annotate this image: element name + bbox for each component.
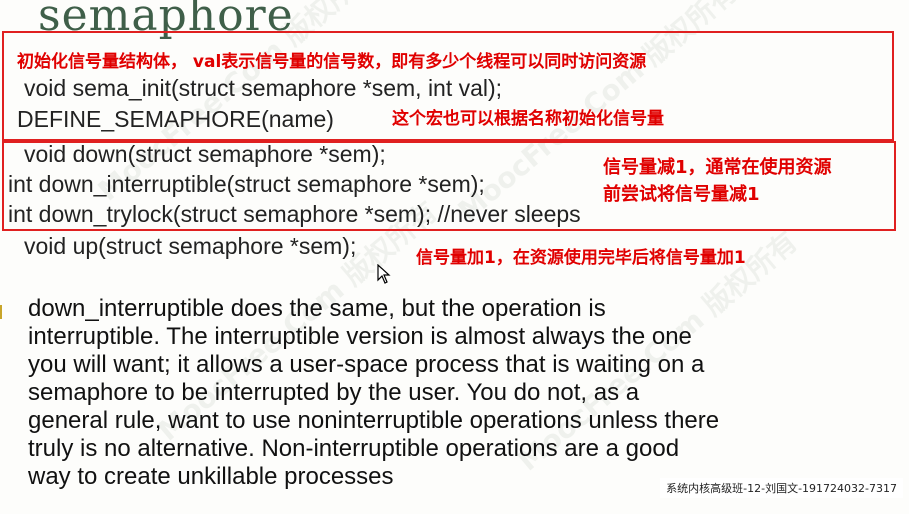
video-caption: 系统内核高级班-12-刘国文-191724032-7317: [660, 478, 903, 498]
paragraph-line: semaphore to be interrupted by the user.…: [28, 379, 640, 406]
code-define-semaphore: DEFINE_SEMAPHORE(name): [17, 106, 334, 132]
paragraph-line: down_interruptible does the same, but th…: [28, 295, 606, 322]
down-note-line2: 前尝试将信号量减1: [603, 184, 760, 205]
define-note: 这个宏也可以根据名称初始化信号量: [392, 109, 664, 129]
init-note: 初始化信号量结构体， val表示信号量的信号数，即有多少个线程可以同时访问资源: [17, 52, 647, 72]
bullet-marker: [0, 305, 2, 319]
paragraph-line: general rule, want to use noninterruptib…: [28, 407, 720, 434]
code-down: void down(struct semaphore *sem);: [24, 141, 386, 167]
down-note-line1: 信号量减1，通常在使用资源: [603, 157, 832, 178]
code-sema-init: void sema_init(struct semaphore *sem, in…: [24, 75, 503, 101]
up-note: 信号量加1，在资源使用完毕后将信号量加1: [416, 248, 746, 268]
code-up: void up(struct semaphore *sem);: [24, 233, 357, 259]
code-down-trylock: int down_trylock(struct semaphore *sem);…: [8, 201, 581, 227]
description-paragraph: down_interruptible does the same, but th…: [28, 295, 888, 491]
code-down-interruptible: int down_interruptible(struct semaphore …: [8, 171, 485, 197]
paragraph-line: interruptible. The interruptible version…: [28, 323, 692, 350]
slide: MoocFree.Com 版权所有 MoocFree.Com 版权所有 Mooc…: [0, 0, 909, 514]
paragraph-line: you will want; it allows a user-space pr…: [28, 351, 705, 378]
paragraph-line: truly is no alternative. Non-interruptib…: [28, 435, 680, 462]
